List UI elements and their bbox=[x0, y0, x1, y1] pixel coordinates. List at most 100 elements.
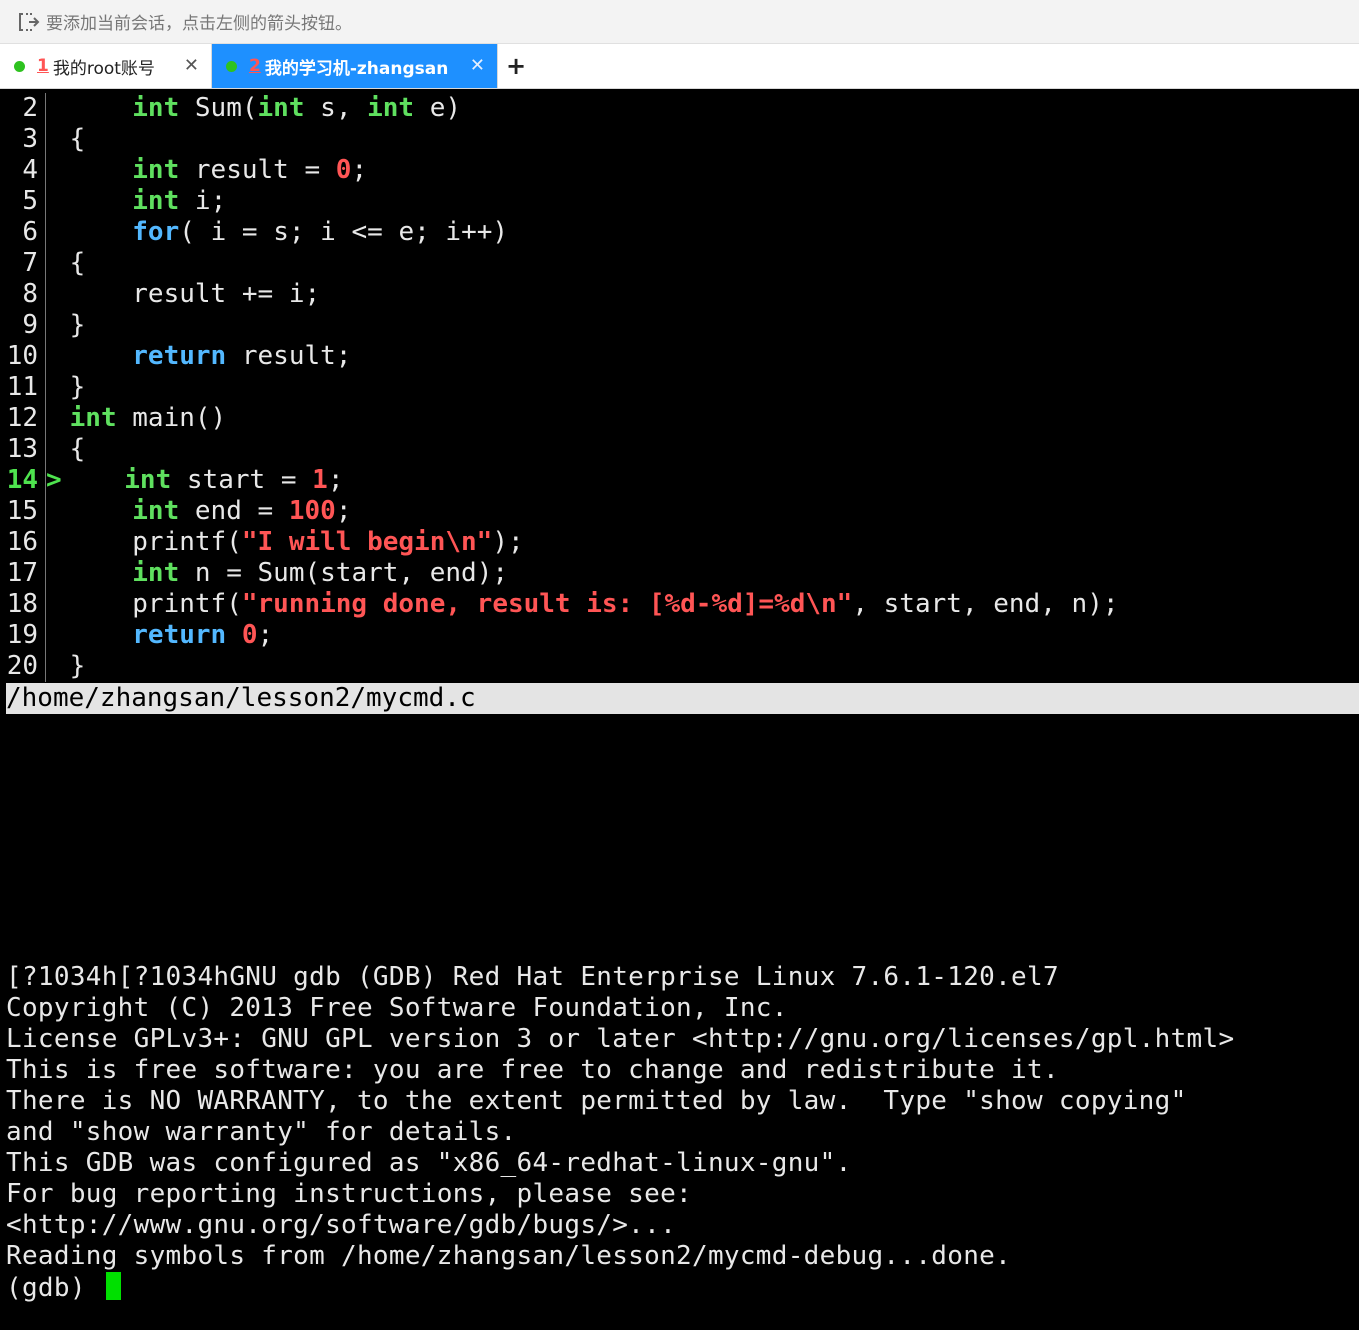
line-number: 17 bbox=[6, 558, 38, 588]
line-number: 14 bbox=[6, 465, 38, 495]
code-text: printf("I will begin\n"); bbox=[132, 527, 524, 557]
code-text: int n = Sum(start, end); bbox=[132, 558, 509, 588]
gutter-divider bbox=[45, 341, 54, 372]
code-text: return 0; bbox=[132, 620, 274, 650]
gdb-output-line: Reading symbols from /home/zhangsan/less… bbox=[6, 1241, 1012, 1271]
gutter-divider bbox=[45, 124, 54, 155]
gutter-divider bbox=[45, 248, 54, 279]
line-number: 4 bbox=[22, 155, 38, 185]
gdb-output-line: [?1034h[?1034hGNU gdb (GDB) Red Hat Ente… bbox=[6, 962, 1059, 992]
tab-label: 我的学习机-zhangsan bbox=[264, 58, 449, 79]
code-line: 5 int i; bbox=[0, 186, 1359, 217]
line-number: 19 bbox=[6, 620, 38, 650]
gdb-output-line: This GDB was configured as "x86_64-redha… bbox=[6, 1148, 852, 1178]
code-line: 13 { bbox=[0, 434, 1359, 465]
current-line-marker: > bbox=[46, 465, 62, 495]
code-text: int main() bbox=[69, 403, 227, 433]
gutter-divider bbox=[45, 155, 54, 186]
line-number: 20 bbox=[6, 651, 38, 681]
code-line: 14 > int start = 1; bbox=[0, 465, 1359, 496]
gutter-divider bbox=[45, 186, 54, 217]
line-number: 12 bbox=[6, 403, 38, 433]
gdb-prompt-line[interactable]: (gdb) bbox=[6, 1272, 1356, 1303]
code-line: 17 int n = Sum(start, end); bbox=[0, 558, 1359, 589]
line-number: 9 bbox=[22, 310, 38, 340]
line-number: 6 bbox=[22, 217, 38, 247]
code-line: 8 result += i; bbox=[0, 279, 1359, 310]
gdb-console-output[interactable]: [?1034h[?1034hGNU gdb (GDB) Red Hat Ente… bbox=[6, 962, 1356, 1303]
line-number: 3 bbox=[22, 124, 38, 154]
code-text: for( i = s; i <= e; i++) bbox=[132, 217, 509, 247]
gutter-divider bbox=[45, 217, 54, 248]
code-line: 16 printf("I will begin\n"); bbox=[0, 527, 1359, 558]
gdb-output-line: License GPLv3+: GNU GPL version 3 or lat… bbox=[6, 1024, 1235, 1054]
code-line: 7 { bbox=[0, 248, 1359, 279]
gutter-divider bbox=[45, 434, 54, 465]
code-line: 18 printf("running done, result is: [%d-… bbox=[0, 589, 1359, 620]
code-line: 6 for( i = s; i <= e; i++) bbox=[0, 217, 1359, 248]
code-line: 2 int Sum(int s, int e) bbox=[0, 93, 1359, 124]
tab-zhangsan[interactable]: 2 我的学习机-zhangsan ✕ bbox=[212, 44, 498, 88]
code-line: 10 return result; bbox=[0, 341, 1359, 372]
code-text: { bbox=[54, 248, 86, 278]
gutter-divider bbox=[45, 496, 54, 527]
code-line: 4 int result = 0; bbox=[0, 155, 1359, 186]
code-line: 20 } bbox=[0, 651, 1359, 682]
code-text: int result = 0; bbox=[132, 155, 368, 185]
add-tab-button[interactable]: + bbox=[498, 44, 534, 88]
code-text: result += i; bbox=[132, 279, 321, 309]
code-text: int start = 1; bbox=[124, 465, 344, 495]
gutter-divider bbox=[45, 558, 54, 589]
connection-status-dot bbox=[226, 60, 237, 72]
line-number: 10 bbox=[6, 341, 38, 371]
add-session-arrow-icon[interactable] bbox=[18, 11, 40, 33]
source-file-status-bar: /home/zhangsan/lesson2/mycmd.c bbox=[6, 683, 1359, 714]
code-line: 12 int main() bbox=[0, 403, 1359, 434]
terminal-window[interactable]: 2 int Sum(int s, int e) 3 {4 int result =… bbox=[0, 89, 1359, 1330]
code-text: { bbox=[54, 124, 86, 154]
close-icon[interactable]: ✕ bbox=[184, 57, 199, 75]
line-number: 5 bbox=[22, 186, 38, 216]
gdb-output-line: For bug reporting instructions, please s… bbox=[6, 1179, 692, 1209]
code-text: int Sum(int s, int e) bbox=[132, 93, 462, 123]
line-number: 8 bbox=[22, 279, 38, 309]
close-icon[interactable]: ✕ bbox=[470, 57, 485, 75]
code-text: } bbox=[54, 372, 86, 402]
gutter-divider bbox=[45, 372, 54, 403]
gutter-divider bbox=[45, 93, 54, 124]
tab-label: 我的root账号 bbox=[52, 58, 155, 79]
source-code-pane: 2 int Sum(int s, int e) 3 {4 int result =… bbox=[0, 93, 1359, 682]
gdb-prompt: (gdb) bbox=[6, 1273, 102, 1303]
gdb-output-line: and "show warranty" for details. bbox=[6, 1117, 517, 1147]
line-number: 2 bbox=[22, 93, 38, 123]
code-line: 3 { bbox=[0, 124, 1359, 155]
code-text: } bbox=[54, 651, 86, 681]
code-text: int end = 100; bbox=[132, 496, 352, 526]
code-text: { bbox=[54, 434, 86, 464]
line-number: 18 bbox=[6, 589, 38, 619]
gutter-divider bbox=[45, 310, 54, 341]
line-number: 7 bbox=[22, 248, 38, 278]
session-hint-text: 要添加当前会话，点击左侧的箭头按钮。 bbox=[46, 14, 352, 34]
gutter-divider bbox=[45, 651, 54, 682]
code-line: 9 } bbox=[0, 310, 1359, 341]
terminal-cursor bbox=[105, 1272, 121, 1300]
code-text: return result; bbox=[132, 341, 352, 371]
code-text: int i; bbox=[132, 186, 227, 216]
line-number: 15 bbox=[6, 496, 38, 526]
line-number: 11 bbox=[6, 372, 38, 402]
code-line: 19 return 0; bbox=[0, 620, 1359, 651]
line-number: 16 bbox=[6, 527, 38, 557]
gdb-output-line: This is free software: you are free to c… bbox=[6, 1055, 1059, 1085]
code-text: } bbox=[54, 310, 86, 340]
gutter-divider bbox=[45, 589, 54, 620]
gdb-output-line: Copyright (C) 2013 Free Software Foundat… bbox=[6, 993, 788, 1023]
gdb-output-line: <http://www.gnu.org/software/gdb/bugs/>.… bbox=[6, 1210, 677, 1240]
gutter-divider bbox=[45, 620, 54, 651]
connection-status-dot bbox=[14, 60, 25, 72]
gutter-divider bbox=[45, 403, 54, 434]
code-text: printf("running done, result is: [%d-%d]… bbox=[132, 589, 1119, 619]
tab-root-account[interactable]: 1 我的root账号 ✕ bbox=[0, 44, 212, 88]
tab-number: 2 bbox=[249, 56, 261, 76]
gutter-divider bbox=[45, 527, 54, 558]
